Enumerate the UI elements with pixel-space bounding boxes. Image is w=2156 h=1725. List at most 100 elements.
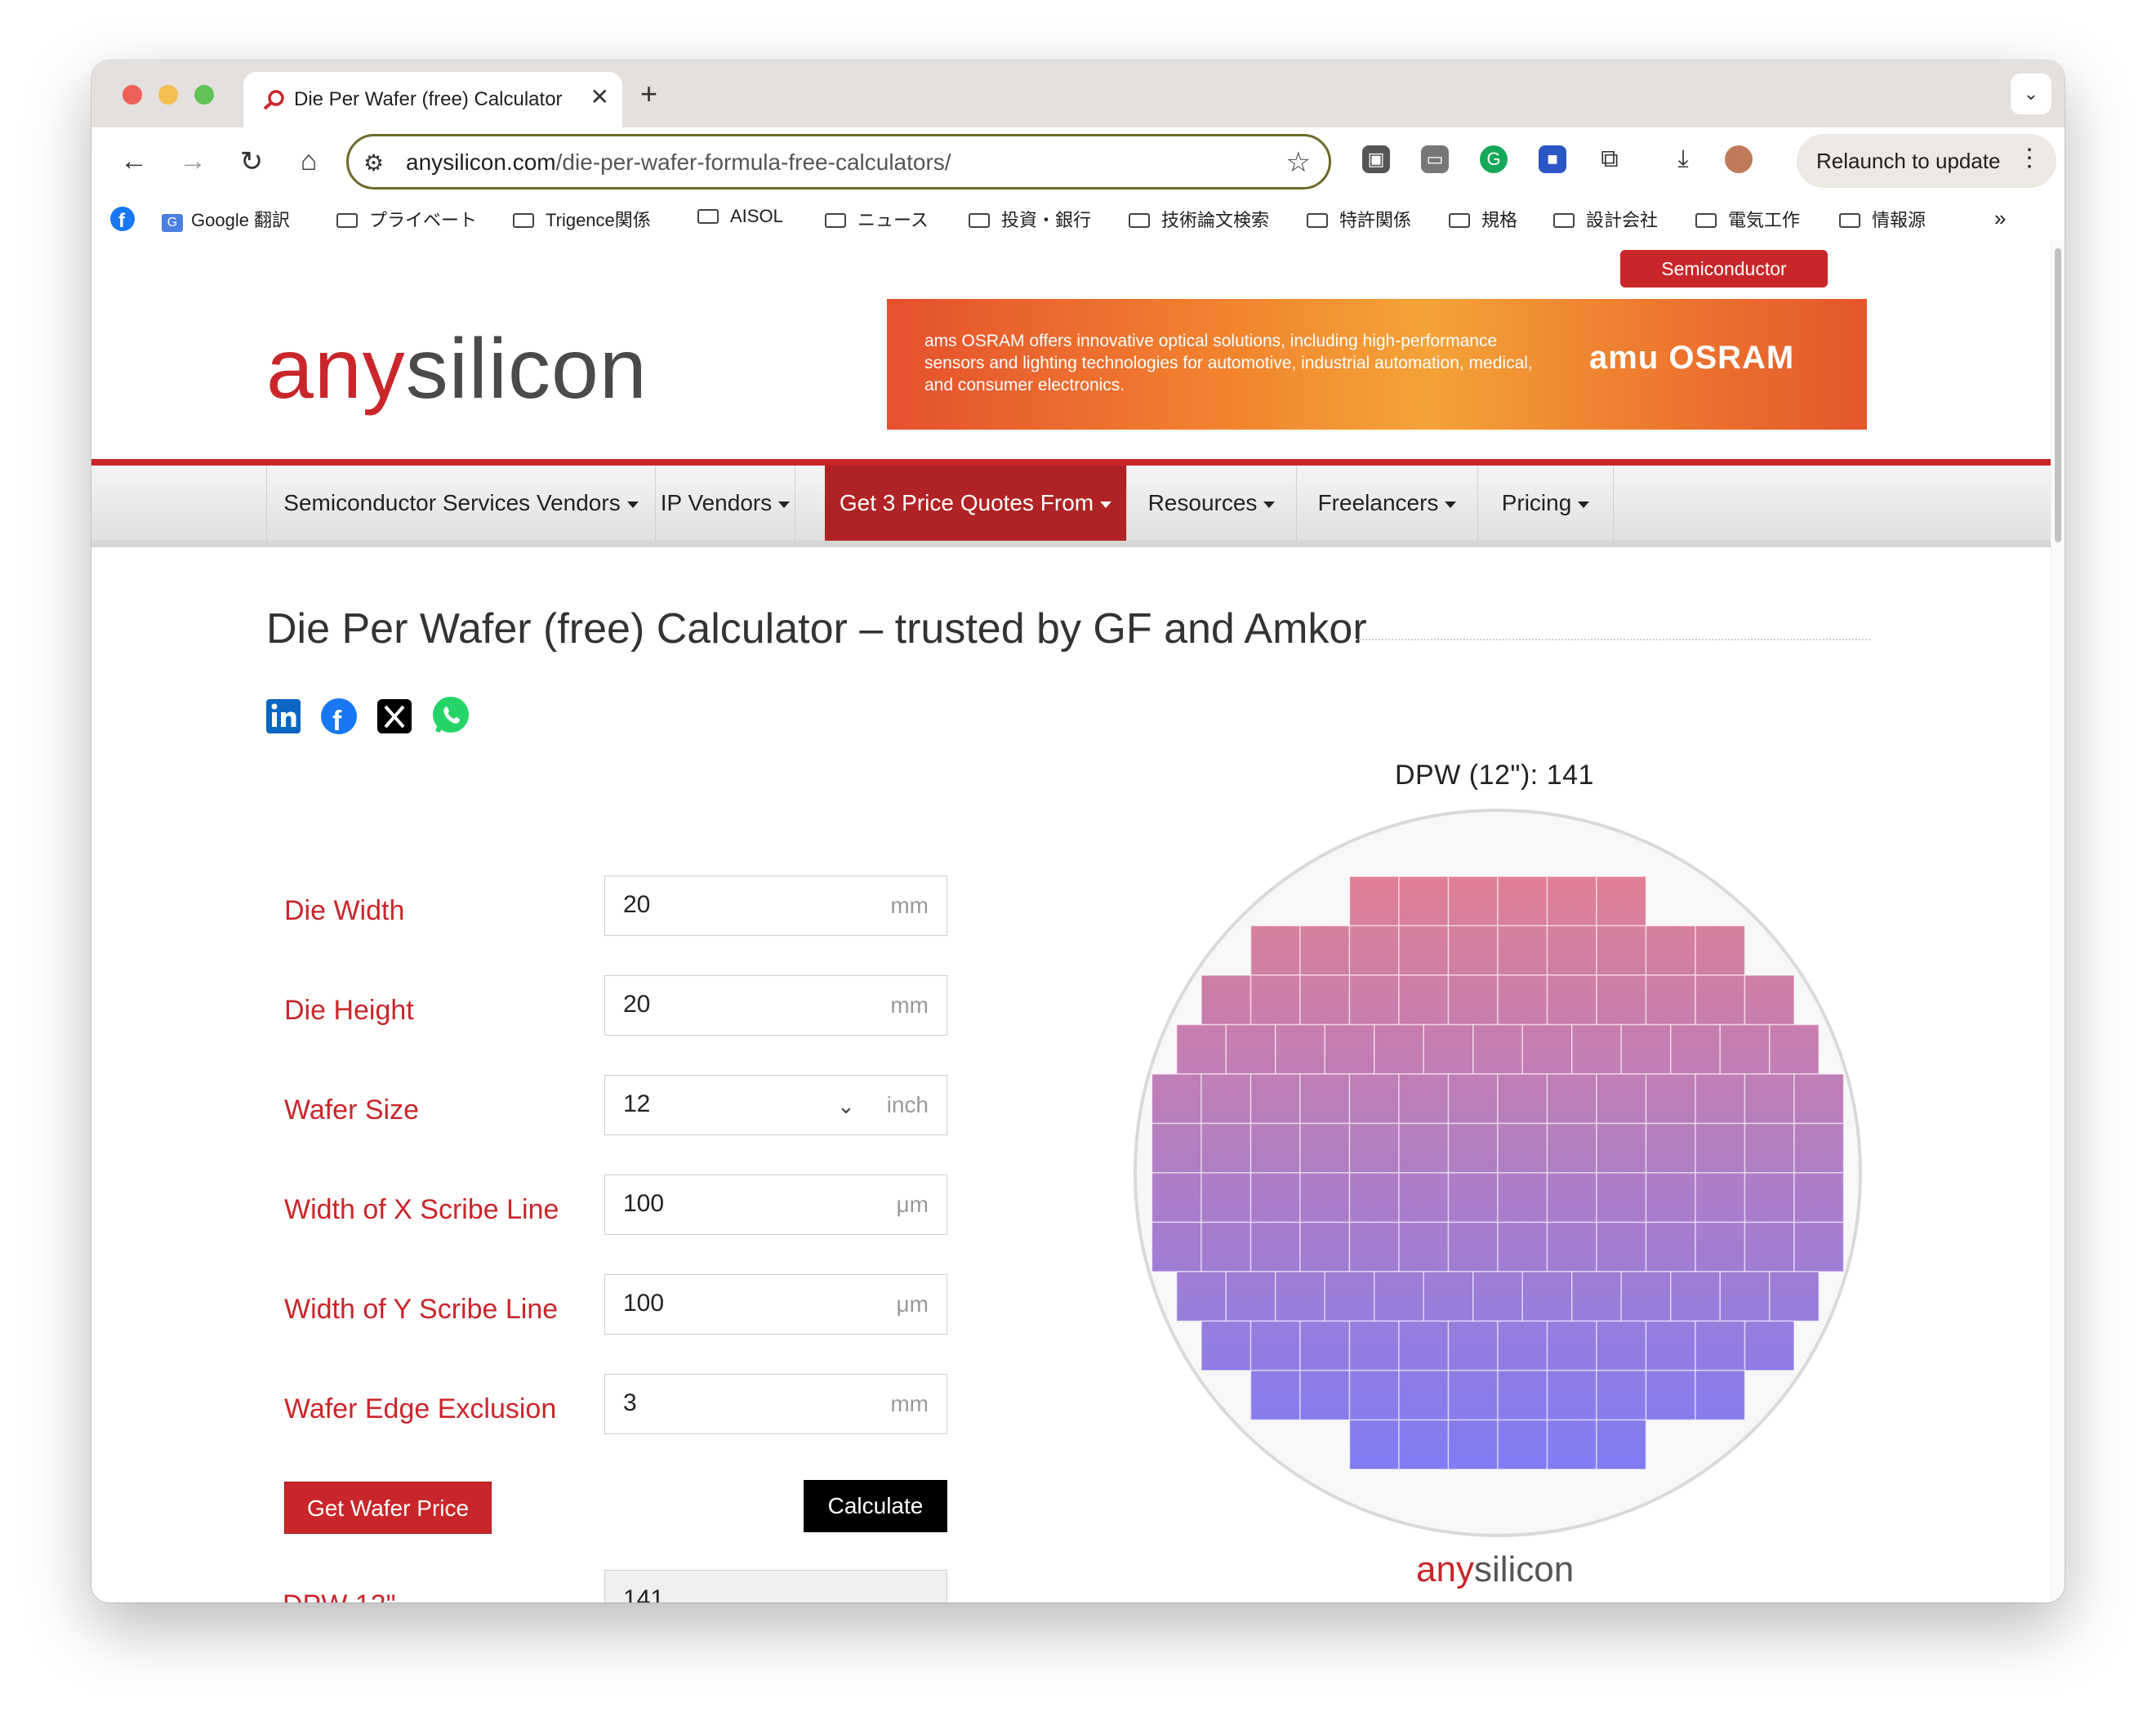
address-bar[interactable]: ⚙ anysilicon.com/die-per-wafer-formula-f… — [346, 134, 1331, 189]
wafer-die — [1250, 925, 1301, 976]
wafer-die — [1497, 1073, 1548, 1125]
more-bookmarks-icon[interactable]: » — [1994, 206, 2006, 231]
wafer-die — [1398, 876, 1450, 927]
logo-letters-ny: ny — [1436, 1549, 1474, 1589]
wafer-die — [1596, 876, 1647, 927]
home-icon[interactable]: ⌂ — [291, 145, 327, 177]
bookmark-folder-news[interactable]: ニュース — [825, 206, 929, 232]
whatsapp-icon[interactable] — [430, 694, 472, 737]
header-red-rule — [91, 459, 2051, 466]
bookmark-google-translate[interactable]: G Google 翻訳 — [162, 206, 290, 232]
wafer-size-select[interactable]: 12 ⌄ inch — [604, 1075, 947, 1135]
chevron-down-icon: ⌄ — [837, 1094, 855, 1118]
wafer-die — [1447, 1073, 1499, 1125]
bookmark-folder-electronics[interactable]: 電気工作 — [1695, 206, 1800, 232]
nav-freelancers[interactable]: Freelancers — [1297, 466, 1478, 541]
forward-arrow-icon[interactable]: → — [175, 145, 211, 177]
wafer-die — [1447, 1172, 1499, 1224]
new-tab-button[interactable]: + — [640, 77, 657, 111]
tab-title: Die Per Wafer (free) Calculator — [294, 88, 563, 110]
bookmark-folder-aisol[interactable]: AISOL — [697, 206, 783, 227]
wafer-die — [1348, 1221, 1400, 1273]
caret-down-icon — [1578, 501, 1590, 508]
calculate-button[interactable]: Calculate — [804, 1480, 947, 1532]
get-wafer-price-button[interactable]: Get Wafer Price — [284, 1482, 492, 1534]
unit-label: μm — [896, 1192, 929, 1217]
linkedin-icon[interactable] — [265, 698, 302, 735]
nav-get-price-quotes[interactable]: Get 3 Price Quotes From — [825, 466, 1127, 541]
anysilicon-logo[interactable]: anysilicon — [266, 327, 648, 412]
extension-icon[interactable]: ▣ — [1362, 145, 1390, 173]
wafer-die — [1200, 1172, 1252, 1224]
unit-label: mm — [890, 893, 929, 918]
wafer-die — [1348, 974, 1400, 1026]
die-width-input[interactable]: 20 mm — [604, 876, 947, 936]
bookmark-star-icon[interactable]: ☆ — [1286, 146, 1311, 179]
x-scribe-input[interactable]: 100 μm — [604, 1175, 947, 1235]
relaunch-button[interactable]: Relaunch to update ⋮ — [1797, 134, 2056, 188]
nav-semiconductor-services-vendors[interactable]: Semiconductor Services Vendors — [266, 466, 656, 541]
site-info-icon[interactable]: ⚙ — [363, 149, 384, 176]
reload-icon[interactable]: ↻ — [234, 145, 270, 178]
semiconductor-headlines-badge[interactable]: Semiconductor Headlines — [1620, 250, 1828, 317]
wafer-die — [1596, 1221, 1647, 1273]
bookmark-folder-standards[interactable]: 規格 — [1449, 206, 1517, 232]
tab-strip: Die Per Wafer (free) Calculator ✕ + ⌄ — [91, 60, 2065, 127]
wafer-die — [1769, 1023, 1820, 1075]
profile-avatar[interactable] — [1725, 145, 1753, 173]
tab-search-chevron-icon[interactable]: ⌄ — [2011, 74, 2051, 114]
die-height-input[interactable]: 20 mm — [604, 975, 947, 1036]
bookmark-folder-sources[interactable]: 情報源 — [1839, 206, 1926, 232]
unit-label: μm — [896, 1291, 929, 1317]
bookmark-folder-patents[interactable]: 特許関係 — [1307, 206, 1411, 232]
extensions-puzzle-icon[interactable]: ⧉ — [1596, 145, 1624, 173]
wafer-die — [1348, 1172, 1400, 1224]
folder-icon — [1129, 213, 1150, 228]
line-extension-icon[interactable]: ▭ — [1421, 145, 1449, 173]
ams-osram-ad-banner[interactable]: ams OSRAM offers innovative optical solu… — [887, 299, 1867, 430]
facebook-bookmark-icon[interactable]: f — [109, 206, 136, 232]
wafer-die — [1299, 1172, 1351, 1224]
wafer-die — [1695, 1122, 1746, 1174]
more-menu-icon[interactable]: ⋮ — [2017, 144, 2042, 172]
bookmark-folder-papers[interactable]: 技術論文検索 — [1129, 206, 1269, 232]
y-scribe-input[interactable]: 100 μm — [604, 1274, 947, 1335]
x-twitter-icon[interactable] — [376, 698, 413, 735]
security-extension-icon[interactable]: ■ — [1539, 145, 1566, 173]
nav-pricing[interactable]: Pricing — [1478, 466, 1614, 541]
wafer-die — [1398, 1122, 1450, 1174]
facebook-icon[interactable]: f — [320, 698, 358, 735]
bookmark-folder-investment[interactable]: 投資・銀行 — [969, 206, 1091, 232]
wafer-die — [1447, 1419, 1499, 1470]
wafer-die — [1645, 1073, 1696, 1125]
anysilicon-favicon-icon — [263, 90, 284, 109]
maximize-window-button[interactable] — [194, 85, 214, 105]
close-tab-icon[interactable]: ✕ — [590, 83, 609, 110]
wafer-die — [1398, 925, 1450, 976]
wafer-die — [1151, 1122, 1202, 1174]
bookmark-folder-trigence[interactable]: Trigence関係 — [513, 206, 651, 232]
scrollbar-thumb[interactable] — [2055, 248, 2061, 542]
back-arrow-icon[interactable]: ← — [116, 145, 152, 177]
nav-resources[interactable]: Resources — [1127, 466, 1297, 541]
wafer-die — [1719, 1271, 1771, 1322]
url-host: anysilicon.com — [406, 149, 556, 175]
wafer-die — [1250, 1370, 1301, 1421]
wafer-die — [1348, 1122, 1400, 1174]
input-value: 100 — [623, 1190, 665, 1217]
bookmark-label: AISOL — [730, 206, 783, 226]
dpw-result-value: 141 — [623, 1585, 665, 1602]
wafer-die — [1348, 1419, 1400, 1470]
bookmark-folder-design[interactable]: 設計会社 — [1553, 206, 1658, 232]
nav-ip-vendors[interactable]: IP Vendors — [656, 466, 795, 541]
minimize-window-button[interactable] — [158, 85, 178, 105]
grammarly-icon[interactable]: G — [1480, 145, 1508, 173]
download-icon[interactable]: ⤓ — [1669, 145, 1697, 173]
tab-die-per-wafer[interactable]: Die Per Wafer (free) Calculator ✕ — [243, 72, 622, 127]
wafer-die — [1275, 1271, 1325, 1322]
input-value: 100 — [623, 1290, 665, 1317]
page-scrollbar[interactable] — [2051, 240, 2065, 1602]
edge-exclusion-input[interactable]: 3 mm — [604, 1374, 947, 1434]
bookmark-folder-private[interactable]: プライベート — [336, 206, 477, 232]
close-window-button[interactable] — [122, 85, 142, 105]
